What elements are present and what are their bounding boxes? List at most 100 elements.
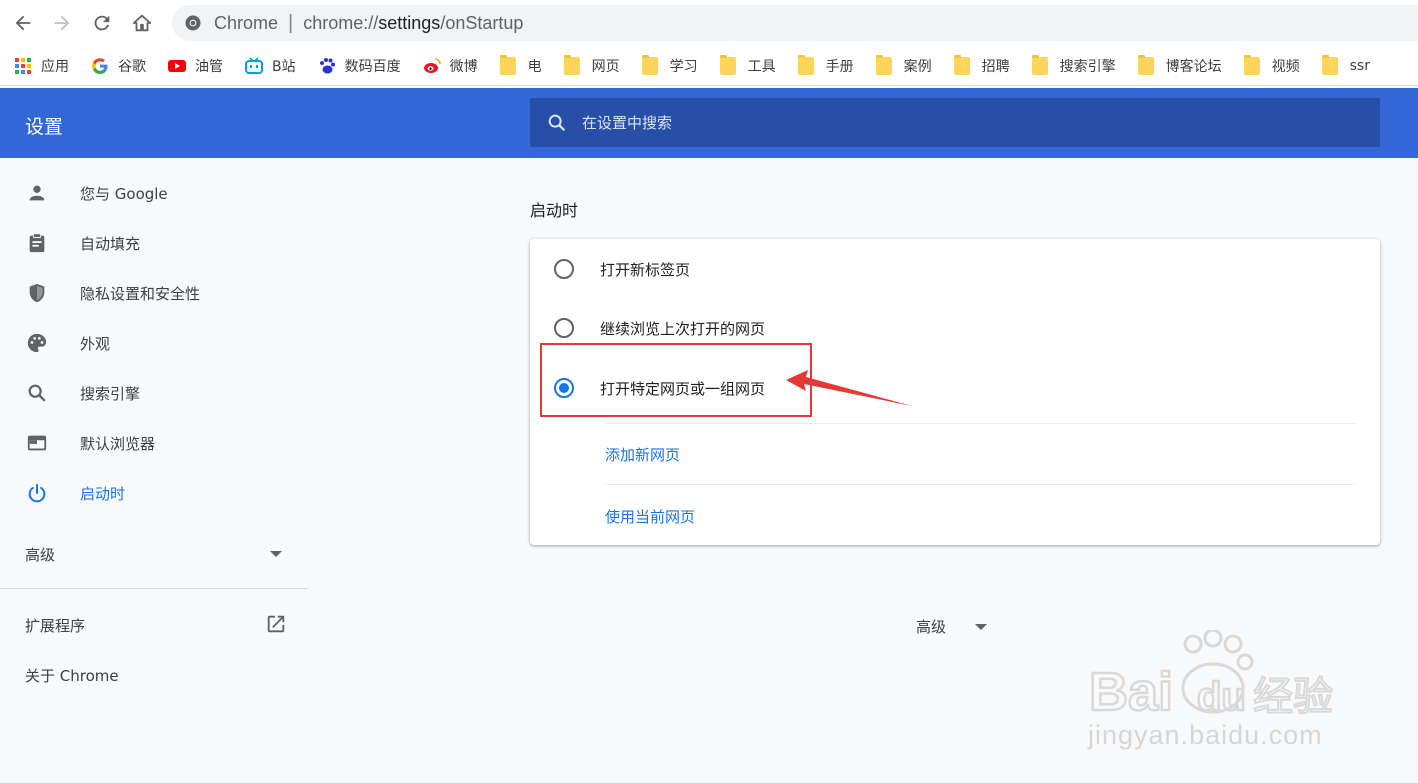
sidebar-item-label: 自动填充: [80, 234, 141, 253]
advanced-toggle[interactable]: 高级: [916, 616, 946, 637]
section-title: 启动时: [530, 201, 579, 220]
sidebar-item-on-startup[interactable]: 启动时: [0, 468, 308, 518]
folder-icon: [1321, 54, 1338, 75]
sidebar-item-search-engine[interactable]: 搜索引擎: [0, 368, 308, 418]
sidebar-item-autofill[interactable]: 自动填充: [0, 218, 308, 268]
apps-grid-icon: [15, 57, 31, 74]
bookmark-folder[interactable]: 手册: [797, 54, 854, 78]
bookmark-folder[interactable]: ssr: [1321, 54, 1370, 78]
bookmark-youtube[interactable]: 油管: [168, 54, 223, 78]
browser-window-icon: [27, 435, 47, 451]
folder-icon: [719, 54, 736, 75]
bookmark-label: 数码百度: [344, 58, 401, 75]
card-divider: [605, 484, 1355, 485]
omnibox-separator: |: [288, 11, 294, 34]
omnibox-site-label: Chrome: [214, 12, 279, 33]
bookmark-folder[interactable]: 招聘: [953, 54, 1010, 78]
sidebar-item-label: 搜索引擎: [80, 384, 141, 403]
home-button[interactable]: [127, 8, 157, 38]
arrow-left-icon: [15, 15, 31, 31]
power-icon: [28, 483, 46, 503]
youtube-icon: [168, 59, 186, 72]
chevron-down-icon[interactable]: [975, 624, 987, 630]
bookmark-label: 应用: [41, 58, 69, 75]
search-input[interactable]: [582, 113, 1282, 132]
sidebar-item-default-browser[interactable]: 默认浏览器: [0, 418, 308, 468]
bookmark-folder[interactable]: 视频: [1243, 54, 1300, 78]
radio-button[interactable]: [554, 318, 574, 338]
bookmark-label: 学习: [669, 58, 698, 75]
svg-text:Bai: Bai: [1089, 662, 1173, 722]
watermark-url: jingyan.baidu.com: [1088, 720, 1323, 750]
search-icon: [548, 114, 566, 131]
forward-button[interactable]: [47, 8, 77, 38]
bookmark-apps[interactable]: 应用: [14, 54, 69, 78]
reload-button[interactable]: [87, 8, 117, 38]
open-in-new-icon[interactable]: [265, 613, 287, 635]
google-icon: [92, 57, 108, 74]
bilibili-icon: [245, 56, 263, 74]
bookmark-weibo[interactable]: 微博: [423, 54, 478, 78]
folder-icon: [1243, 54, 1260, 75]
radio-label: 打开新标签页: [600, 260, 691, 279]
sidebar-advanced-toggle[interactable]: 高级: [25, 544, 55, 565]
bookmark-label: 网页: [591, 58, 620, 75]
sidebar-item-appearance[interactable]: 外观: [0, 318, 308, 368]
url-path: /onStartup: [440, 12, 524, 33]
chevron-down-icon[interactable]: [270, 551, 282, 557]
bookmark-folder[interactable]: 网页: [563, 54, 620, 78]
annotation-arrow-icon: [786, 370, 912, 406]
settings-toolbar: 设置: [0, 88, 1418, 158]
bookmark-label: 谷歌: [118, 58, 146, 75]
folder-icon: [499, 54, 516, 75]
sidebar-item-label: 默认浏览器: [80, 434, 156, 453]
sidebar-extensions-link[interactable]: 扩展程序: [25, 615, 85, 636]
reload-icon: [94, 15, 110, 31]
sidebar-item-privacy[interactable]: 隐私设置和安全性: [0, 268, 308, 318]
bookmark-label: 油管: [195, 58, 223, 75]
sidebar-item-label: 隐私设置和安全性: [80, 284, 201, 303]
add-new-page-link[interactable]: 添加新网页: [605, 444, 680, 465]
bookmark-label: 工具: [747, 58, 776, 75]
bookmark-label: 搜索引擎: [1059, 58, 1116, 75]
folder-icon: [1031, 54, 1048, 75]
omnibox[interactable]: Chrome | chrome://settings/onStartup: [172, 5, 1418, 41]
radio-button[interactable]: [554, 259, 574, 279]
folder-icon: [797, 54, 814, 75]
url-host: settings: [378, 12, 441, 33]
back-button[interactable]: [8, 8, 38, 38]
sidebar-about-chrome[interactable]: 关于 Chrome: [25, 665, 119, 686]
settings-sidebar: 您与 Google 自动填充 隐私设置和安全性 外观 搜索引擎 默认浏览器 启动…: [0, 158, 308, 783]
startup-option-new-tab[interactable]: 打开新标签页: [530, 249, 1380, 289]
baidu-paw-icon: [319, 57, 335, 73]
bookmark-label: ssr: [1349, 57, 1370, 74]
page-title: 设置: [25, 116, 64, 138]
folder-icon: [1137, 54, 1154, 75]
bookmark-folder[interactable]: 学习: [641, 54, 698, 78]
bookmark-label: 博客论坛: [1165, 58, 1222, 75]
bookmark-folder[interactable]: 工具: [719, 54, 776, 78]
omnibox-url: chrome://settings/onStartup: [303, 13, 523, 34]
bookmark-folder[interactable]: 电: [499, 54, 542, 78]
search-icon: [28, 384, 46, 402]
use-current-pages-link[interactable]: 使用当前网页: [605, 506, 695, 527]
bookmark-baidu[interactable]: 数码百度: [318, 54, 401, 78]
startup-option-continue[interactable]: 继续浏览上次打开的网页: [530, 308, 1380, 348]
bookmark-google[interactable]: 谷歌: [91, 54, 146, 78]
bookmark-label: 招聘: [981, 58, 1010, 75]
settings-search[interactable]: [530, 98, 1380, 147]
sidebar-item-label: 外观: [80, 334, 111, 353]
radio-label: 继续浏览上次打开的网页: [600, 319, 766, 338]
annotation-highlight-box: [540, 343, 812, 417]
clipboard-icon: [29, 233, 45, 253]
folder-icon: [875, 54, 892, 75]
sidebar-item-you-and-google[interactable]: 您与 Google: [0, 168, 308, 218]
sidebar-item-label: 启动时: [80, 484, 126, 503]
bookmark-label: B站: [272, 58, 296, 75]
bookmark-bilibili[interactable]: B站: [245, 54, 296, 78]
bookmark-folder[interactable]: 案例: [875, 54, 932, 78]
browser-address-bar: Chrome | chrome://settings/onStartup: [0, 0, 1418, 46]
card-divider: [605, 423, 1355, 424]
bookmark-folder[interactable]: 博客论坛: [1137, 54, 1222, 78]
bookmark-folder[interactable]: 搜索引擎: [1031, 54, 1116, 78]
